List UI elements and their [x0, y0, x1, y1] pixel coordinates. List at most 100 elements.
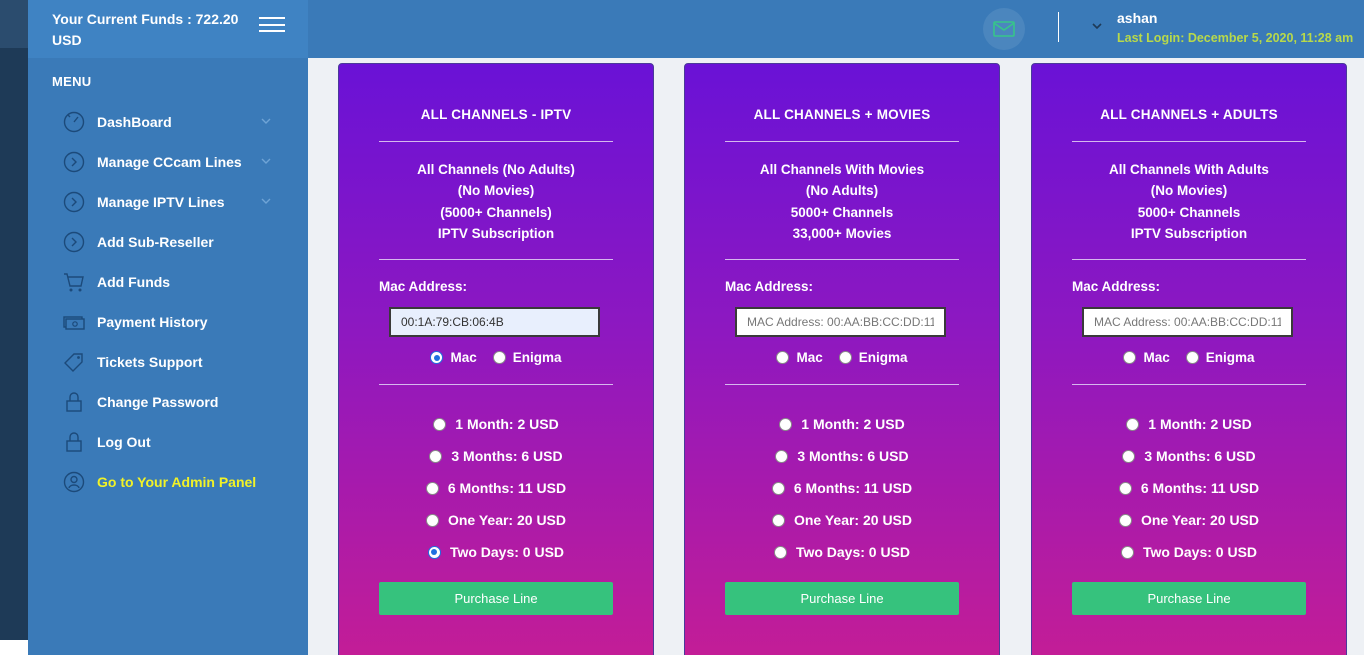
top-divider [1058, 12, 1059, 42]
device-type-group: Mac Enigma [1032, 350, 1346, 365]
sidebar-item-log-out[interactable]: Log Out [28, 422, 308, 462]
device-option-mac[interactable]: Mac [776, 350, 823, 365]
plan-option-label: Two Days: 0 USD [795, 544, 911, 560]
plan-option[interactable]: 1 Month: 2 USD [1032, 408, 1346, 440]
radio-button[interactable] [776, 351, 790, 364]
device-type-group: Mac Enigma [685, 350, 999, 365]
radio-button[interactable] [1120, 545, 1134, 559]
sidebar-item-label: DashBoard [97, 114, 172, 130]
radio-button[interactable] [429, 449, 443, 463]
radio-button[interactable] [430, 351, 444, 364]
radio-button[interactable] [1126, 417, 1140, 431]
plan-description: All Channels With Movies (No Adults) 5000+… [685, 159, 999, 244]
plan-card-1: ALL CHANNELS - IPTV All Channels (No Adu… [338, 63, 654, 655]
radio-button[interactable] [771, 481, 785, 495]
purchase-line-button[interactable]: Purchase Line [725, 582, 959, 615]
radio-button[interactable] [771, 513, 785, 527]
sidebar-item-add-funds[interactable]: Add Funds [28, 262, 308, 302]
chevron-down-icon[interactable] [260, 155, 272, 167]
plan-option-label: Two Days: 0 USD [449, 544, 565, 560]
device-option-enigma[interactable]: Enigma [838, 350, 908, 365]
plan-option-label: 1 Month: 2 USD [1148, 416, 1252, 432]
device-option-mac[interactable]: Mac [1123, 350, 1170, 365]
radio-button[interactable] [773, 545, 787, 559]
mac-address-label: Mac Address: [379, 279, 468, 294]
radio-button[interactable] [1122, 449, 1136, 463]
dashboard-icon [62, 110, 86, 134]
device-type-group: Mac Enigma [339, 350, 653, 365]
subscription-options: 1 Month: 2 USD 3 Months: 6 USD 6 Months: 1… [1032, 408, 1346, 568]
purchase-line-button[interactable]: Purchase Line [379, 582, 613, 615]
mac-address-input[interactable] [389, 307, 600, 337]
plan-option[interactable]: Two Days: 0 USD [685, 536, 999, 568]
plan-option-label: 1 Month: 2 USD [455, 416, 559, 432]
hamburger-menu-icon[interactable] [259, 17, 285, 35]
plan-option[interactable]: Two Days: 0 USD [1032, 536, 1346, 568]
purchase-line-button[interactable]: Purchase Line [1072, 582, 1306, 615]
plan-option[interactable]: 1 Month: 2 USD [685, 408, 999, 440]
radio-button[interactable] [1118, 481, 1132, 495]
sidebar-item-go-to-your-admin-panel[interactable]: Go to Your Admin Panel [28, 462, 308, 502]
plan-option[interactable]: 3 Months: 6 USD [339, 440, 653, 472]
plan-option-label: 6 Months: 11 USD [1140, 480, 1260, 496]
plan-option[interactable]: 1 Month: 2 USD [339, 408, 653, 440]
chevron-circle-icon [62, 230, 86, 254]
plan-description: All Channels (No Adults) (No Movies) (5000… [339, 159, 653, 244]
plan-option[interactable]: 6 Months: 11 USD [1032, 472, 1346, 504]
mac-address-input[interactable] [1082, 307, 1293, 337]
sidebar-item-label: Manage IPTV Lines [97, 194, 225, 210]
plan-option[interactable]: Two Days: 0 USD [339, 536, 653, 568]
left-strip [0, 0, 28, 640]
chevron-down-icon[interactable] [1092, 22, 1102, 30]
sidebar-item-manage-iptv-lines[interactable]: Manage IPTV Lines [28, 182, 308, 222]
messages-button[interactable] [983, 8, 1025, 50]
plan-option[interactable]: 6 Months: 11 USD [685, 472, 999, 504]
device-option-enigma[interactable]: Enigma [492, 350, 562, 365]
radio-button[interactable] [425, 481, 439, 495]
plan-description-line: (No Movies) [457, 183, 535, 199]
mac-address-input[interactable] [735, 307, 946, 337]
plan-description-line: (5000+ Channels) [440, 204, 552, 220]
radio-button[interactable] [492, 351, 506, 364]
plan-option-label: 3 Months: 6 USD [797, 448, 909, 464]
sidebar-item-add-sub-reseller[interactable]: Add Sub-Reseller [28, 222, 308, 262]
radio-button[interactable] [779, 417, 793, 431]
sidebar-item-label: Payment History [97, 314, 208, 330]
user-name[interactable]: ashan [1117, 10, 1157, 26]
chevron-down-icon[interactable] [260, 195, 272, 207]
divider [379, 384, 613, 385]
plan-option[interactable]: One Year: 20 USD [339, 504, 653, 536]
sidebar-item-payment-history[interactable]: Payment History [28, 302, 308, 342]
plan-option[interactable]: 3 Months: 6 USD [685, 440, 999, 472]
radio-button[interactable] [775, 449, 789, 463]
sidebar-item-label: Manage CCcam Lines [97, 154, 242, 170]
last-login: Last Login: December 5, 2020, 11:28 am [1117, 31, 1354, 45]
device-option-enigma[interactable]: Enigma [1185, 350, 1255, 365]
device-option-mac[interactable]: Mac [430, 350, 477, 365]
radio-button[interactable] [1123, 351, 1137, 364]
plan-description-line: IPTV Subscription [1130, 225, 1248, 241]
chevron-down-icon[interactable] [260, 115, 272, 127]
chevron-circle-icon [62, 150, 86, 174]
plan-option[interactable]: 3 Months: 6 USD [1032, 440, 1346, 472]
divider [1072, 384, 1306, 385]
plan-description-line: All Channels With Movies [759, 162, 925, 177]
sidebar-item-tickets-support[interactable]: Tickets Support [28, 342, 308, 382]
radio-button[interactable] [427, 545, 441, 559]
lock-icon [62, 390, 86, 414]
radio-button[interactable] [1118, 513, 1132, 527]
radio-button[interactable] [1185, 351, 1199, 364]
plan-option[interactable]: One Year: 20 USD [1032, 504, 1346, 536]
sidebar-item-label: Go to Your Admin Panel [97, 474, 257, 490]
plan-option[interactable]: One Year: 20 USD [685, 504, 999, 536]
sidebar: Your Current Funds : 722.20 USD MENU Das… [28, 0, 308, 655]
sidebar-item-dashboard[interactable]: DashBoard [28, 102, 308, 142]
sidebar-item-manage-cccam-lines[interactable]: Manage CCcam Lines [28, 142, 308, 182]
radio-button[interactable] [433, 417, 447, 431]
plan-option[interactable]: 6 Months: 11 USD [339, 472, 653, 504]
current-funds: Your Current Funds : 722.20 USD [52, 11, 239, 48]
top-bar: ashan Last Login: December 5, 2020, 11:2… [308, 0, 1364, 58]
radio-button[interactable] [425, 513, 439, 527]
radio-button[interactable] [838, 351, 852, 364]
sidebar-item-change-password[interactable]: Change Password [28, 382, 308, 422]
